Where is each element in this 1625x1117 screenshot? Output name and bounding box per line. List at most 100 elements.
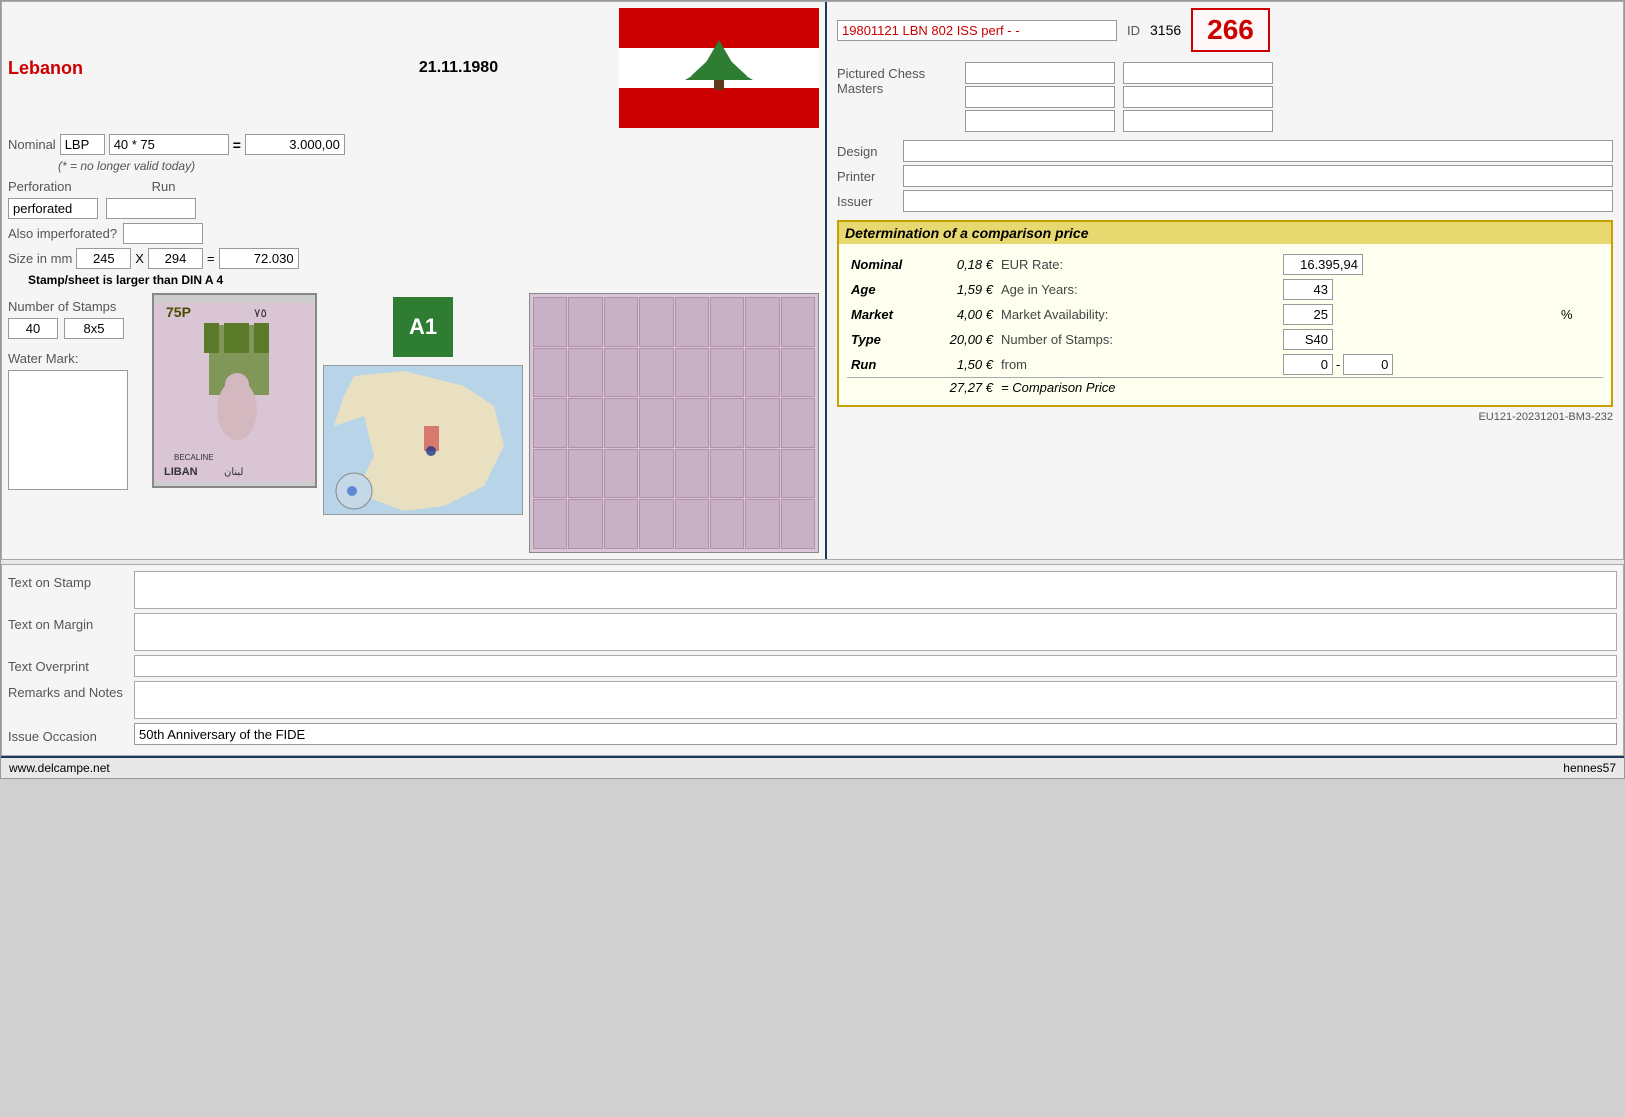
id-number: 3156	[1150, 22, 1181, 38]
comp-value-market: 4,00 €	[927, 302, 997, 327]
text-on-stamp-input[interactable]	[134, 571, 1617, 609]
stamp-cell	[781, 297, 815, 347]
size-w-input[interactable]	[76, 248, 131, 269]
footer: www.delcampe.net hennes57	[1, 756, 1624, 778]
market-avail-input[interactable]	[1283, 304, 1333, 325]
comp-input-market[interactable]	[1279, 302, 1557, 327]
size-label: Size in mm	[8, 251, 72, 266]
size-h-input[interactable]	[148, 248, 203, 269]
stamp-image-container: 75P ٧٥ LIBAN لبنان	[142, 293, 317, 553]
left-panel: Lebanon 21.11.1980	[2, 2, 827, 559]
stamp-sheet	[529, 293, 819, 553]
design-row: Design	[837, 140, 1613, 162]
comp-input-eur[interactable]	[1279, 252, 1557, 277]
stamp-id-input[interactable]	[837, 20, 1117, 41]
pictured-input-1[interactable]	[965, 62, 1115, 84]
comp-row-run: Run 1,50 € from -	[847, 352, 1603, 378]
pictured-input-6[interactable]	[1123, 110, 1273, 132]
comp-input-from[interactable]: -	[1279, 352, 1557, 378]
map-svg	[324, 366, 523, 515]
comp-row-age: Age 1,59 € Age in Years:	[847, 277, 1603, 302]
stamp-cell	[710, 348, 744, 398]
age-years-input[interactable]	[1283, 279, 1333, 300]
svg-text:75P: 75P	[166, 304, 191, 320]
remarks-row: Remarks and Notes	[8, 681, 1617, 719]
pictured-input-5[interactable]	[1123, 86, 1273, 108]
perf-section: Perforation Run Also imperforated? Size …	[8, 179, 819, 287]
text-on-margin-row: Text on Margin	[8, 613, 1617, 651]
remarks-input[interactable]	[134, 681, 1617, 719]
comp-label-run: Run	[847, 352, 927, 378]
a1-map-col: A1	[323, 293, 523, 553]
stamp-cell	[533, 348, 567, 398]
run-input[interactable]	[106, 198, 196, 219]
stamp-cell	[533, 297, 567, 347]
map-placeholder	[323, 365, 523, 515]
bottom-section: Text on Stamp Text on Margin Text Overpr…	[1, 564, 1624, 756]
issuer-label: Issuer	[837, 194, 897, 209]
main-container: Lebanon 21.11.1980	[0, 0, 1625, 779]
id-label: ID	[1127, 23, 1140, 38]
also-imp-input[interactable]	[123, 223, 203, 244]
text-on-margin-input[interactable]	[134, 613, 1617, 651]
comparison-table: Nominal 0,18 € EUR Rate: Age 1,59 € Age …	[847, 252, 1603, 397]
size-result-input[interactable]	[219, 248, 299, 269]
stamp-cell	[604, 499, 638, 549]
stamp-cell	[568, 348, 602, 398]
issue-occasion-label: Issue Occasion	[8, 725, 128, 744]
issuer-input[interactable]	[903, 190, 1613, 212]
flag-container	[619, 8, 819, 128]
run-to-input[interactable]	[1343, 354, 1393, 375]
comp-row-market: Market 4,00 € Market Availability: %	[847, 302, 1603, 327]
pictured-input-2[interactable]	[965, 86, 1115, 108]
comp-value-nominal: 0,18 €	[927, 252, 997, 277]
run-from-input[interactable]	[1283, 354, 1333, 375]
watermark-label: Water Mark:	[8, 351, 128, 366]
comparison-title: Determination of a comparison price	[839, 222, 1611, 244]
pictured-input-4[interactable]	[1123, 62, 1273, 84]
comp-total-row: 27,27 € = Comparison Price	[847, 378, 1603, 398]
run-label: Run	[152, 179, 176, 194]
printer-input[interactable]	[903, 165, 1613, 187]
svg-text:٧٥: ٧٥	[254, 306, 267, 320]
perforation-input[interactable]	[8, 198, 98, 219]
pictured-input-3[interactable]	[965, 110, 1115, 132]
comp-label-nominal: Nominal	[847, 252, 927, 277]
nominal-result-input[interactable]	[245, 134, 345, 155]
perf-header: Perforation Run	[8, 179, 819, 194]
nominal-currency-input[interactable]	[60, 134, 105, 155]
comparison-box: Determination of a comparison price Nomi…	[837, 220, 1613, 407]
nominal-value-input[interactable]	[109, 134, 229, 155]
stamp-cell	[710, 398, 744, 448]
top-section: Lebanon 21.11.1980	[1, 1, 1624, 560]
stamp-cell	[781, 348, 815, 398]
svg-text:لبنان: لبنان	[224, 467, 243, 478]
stamp-layout-input[interactable]	[64, 318, 124, 339]
size-eq: =	[207, 251, 215, 266]
num-stamps-input[interactable]	[1283, 329, 1333, 350]
stamp-count-input[interactable]	[8, 318, 58, 339]
size-row: Size in mm X =	[8, 248, 819, 269]
stamp-image: 75P ٧٥ LIBAN لبنان	[152, 293, 317, 488]
printer-label: Printer	[837, 169, 897, 184]
nominal-label: Nominal	[8, 137, 56, 152]
pictured-left	[965, 62, 1115, 132]
issue-date: 21.11.1980	[308, 59, 609, 77]
issuer-row: Issuer	[837, 190, 1613, 212]
perf-inputs	[8, 198, 819, 219]
stamp-cell	[568, 398, 602, 448]
issue-occasion-input[interactable]	[134, 723, 1617, 745]
stamp-sheet-container	[529, 293, 819, 553]
design-input[interactable]	[903, 140, 1613, 162]
nominal-row: Nominal =	[8, 134, 819, 155]
country-name: Lebanon	[8, 58, 308, 79]
stamp-cell	[745, 348, 779, 398]
eur-rate-input[interactable]	[1283, 254, 1363, 275]
comp-label2-market: Market Availability:	[997, 302, 1279, 327]
comp-input-age[interactable]	[1279, 277, 1557, 302]
stamp-cell	[675, 449, 709, 499]
percent-sign: %	[1557, 302, 1603, 327]
comp-input-type[interactable]	[1279, 327, 1557, 352]
text-overprint-input[interactable]	[134, 655, 1617, 677]
footer-left: www.delcampe.net	[9, 761, 110, 775]
